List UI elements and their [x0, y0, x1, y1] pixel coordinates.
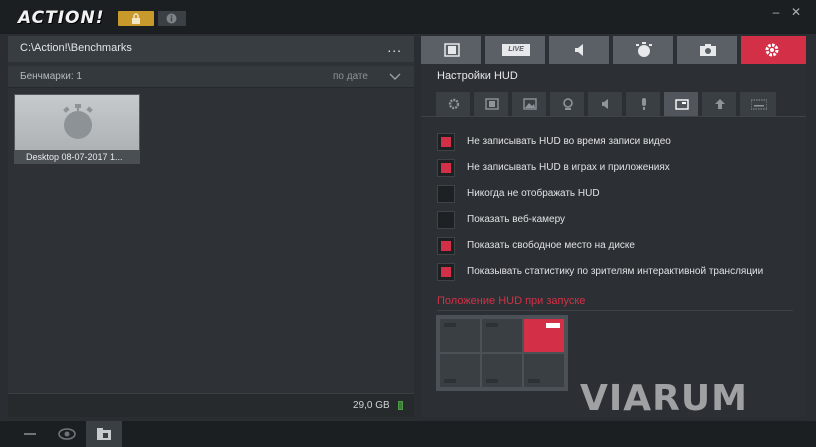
watermark: VIARUM — [580, 378, 748, 419]
tab-video[interactable] — [421, 36, 483, 64]
option-label: Не записывать HUD в играх и приложениях — [467, 162, 670, 173]
sort-label[interactable]: по дате — [333, 71, 368, 82]
film-icon — [485, 98, 499, 110]
app-logo: ACTION! — [18, 8, 105, 28]
minimize-button[interactable]: – — [766, 5, 786, 19]
speaker-icon — [602, 99, 608, 109]
hud-position-title: Положение HUD при запуске — [437, 295, 586, 307]
divider — [421, 116, 806, 117]
list-header: Бенчмарки: 1 по дате — [8, 66, 414, 88]
checkbox-checked[interactable] — [437, 237, 455, 255]
gear-icon — [765, 43, 779, 57]
checkbox-checked[interactable] — [437, 133, 455, 151]
preview-button[interactable] — [48, 421, 84, 447]
lock-icon — [132, 13, 140, 24]
gear-icon — [448, 98, 460, 110]
checkbox-unchecked[interactable] — [437, 185, 455, 203]
checkbox-unchecked[interactable] — [437, 211, 455, 229]
tab-settings[interactable] — [741, 36, 806, 64]
keyboard-icon — [751, 99, 767, 110]
tab-live[interactable]: LIVE — [485, 36, 547, 64]
chevron-down-icon[interactable] — [388, 69, 402, 83]
free-space: 29,0 GB — [353, 400, 390, 411]
hud-marker — [444, 323, 456, 327]
hud-position-grid — [436, 315, 568, 391]
folder-path: C:\Action!\Benchmarks — [20, 42, 132, 54]
bottom-bar — [0, 421, 816, 447]
microphone-icon — [642, 98, 646, 110]
position-top-left[interactable] — [440, 319, 480, 352]
camera-icon — [700, 44, 716, 56]
settings-panel: LIVE Настройки HUD Не записывать HUD во … — [421, 36, 806, 417]
tab-benchmark[interactable] — [613, 36, 675, 64]
subtab-microphone[interactable] — [626, 92, 662, 116]
position-top-center[interactable] — [482, 319, 522, 352]
subtab-upload[interactable] — [702, 92, 738, 116]
checkbox-checked[interactable] — [437, 263, 455, 281]
tab-screenshot[interactable] — [677, 36, 739, 64]
app-window: ACTION! – ✕ C:\Action!\Benchmarks ... Бе… — [0, 0, 816, 447]
upload-icon — [715, 99, 725, 109]
film-icon — [444, 43, 460, 57]
checkbox-checked[interactable] — [437, 159, 455, 177]
disk-indicator-icon — [398, 401, 403, 410]
eye-icon — [58, 428, 76, 440]
subtab-hotkeys[interactable] — [740, 92, 776, 116]
hud-icon — [675, 99, 689, 110]
collapse-button[interactable] — [12, 421, 48, 447]
info-icon — [166, 13, 177, 24]
path-bar: C:\Action!\Benchmarks ... — [8, 36, 414, 62]
path-menu-button[interactable]: ... — [387, 39, 402, 55]
left-footer: 29,0 GB — [8, 393, 414, 417]
option-label: Показать свободное место на диске — [467, 240, 635, 251]
divider — [437, 310, 793, 311]
position-bottom-center[interactable] — [482, 354, 522, 387]
hud-marker — [486, 323, 498, 327]
tab-audio[interactable] — [549, 36, 611, 64]
subtab-general[interactable] — [436, 92, 472, 116]
folder-button[interactable] — [86, 421, 122, 447]
close-button[interactable]: ✕ — [786, 5, 806, 19]
live-icon: LIVE — [502, 44, 530, 56]
minus-icon — [24, 433, 36, 435]
section-title: Настройки HUD — [437, 70, 518, 82]
position-bottom-right[interactable] — [524, 354, 564, 387]
thumbnail-caption: Desktop 08-07-2017 1... — [14, 150, 140, 164]
stopwatch-icon — [63, 104, 93, 139]
position-bottom-left[interactable] — [440, 354, 480, 387]
option-label: Показывать статистику по зрителям интера… — [467, 266, 764, 277]
subtab-audio[interactable] — [588, 92, 624, 116]
speaker-icon — [575, 44, 583, 56]
benchmark-count: Бенчмарки: 1 — [20, 71, 82, 82]
main-tabs: LIVE — [421, 36, 806, 64]
lock-button[interactable] — [118, 11, 154, 26]
hud-marker — [486, 379, 498, 383]
benchmarks-panel: C:\Action!\Benchmarks ... Бенчмарки: 1 п… — [8, 36, 414, 417]
info-button[interactable] — [158, 11, 186, 26]
option-label: Показать веб-камеру — [467, 214, 566, 225]
hud-marker — [528, 379, 540, 383]
option-label: Никогда не отображать HUD — [467, 188, 600, 199]
position-top-right[interactable] — [524, 319, 564, 352]
subtab-video[interactable] — [474, 92, 510, 116]
subtab-webcam[interactable] — [550, 92, 586, 116]
title-bar: ACTION! – ✕ — [0, 0, 816, 34]
stopwatch-icon — [636, 42, 652, 57]
subtab-hud[interactable] — [664, 92, 700, 116]
option-label: Не записывать HUD во время записи видео — [467, 136, 671, 147]
hud-marker — [444, 379, 456, 383]
folder-icon — [97, 428, 111, 440]
webcam-icon — [563, 98, 573, 110]
hud-marker — [546, 323, 560, 328]
image-icon — [523, 98, 537, 110]
subtab-image[interactable] — [512, 92, 548, 116]
